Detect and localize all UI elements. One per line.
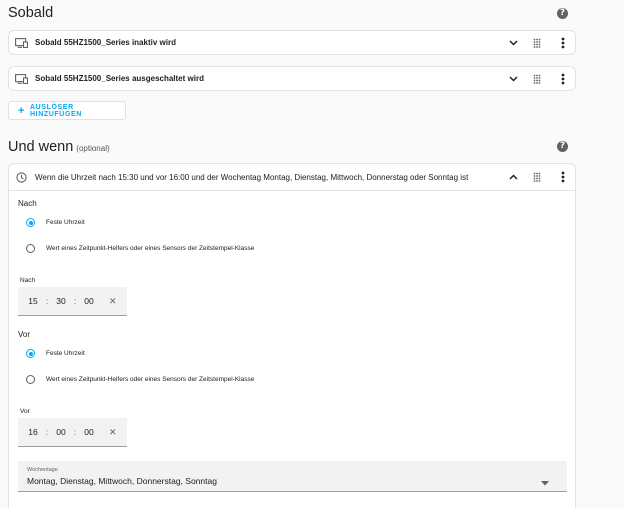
after-radio-fixed[interactable]	[26, 218, 35, 227]
weekdays-value: Montag, Dienstag, Mittwoch, Donnerstag, …	[27, 476, 217, 486]
time-separator: :	[45, 296, 49, 306]
chevron-down-icon[interactable]	[506, 36, 520, 50]
drag-handle-icon[interactable]	[530, 36, 544, 50]
plus-icon: +	[18, 104, 26, 117]
chevron-down-icon[interactable]	[506, 72, 520, 86]
before-seconds-field[interactable]: 00	[82, 427, 96, 437]
after-section-label: Nach	[18, 199, 37, 208]
time-separator: :	[45, 427, 49, 437]
before-radio-helper[interactable]	[26, 375, 35, 384]
weekdays-select[interactable]: Wochentage Montag, Dienstag, Mittwoch, D…	[18, 461, 567, 492]
after-radio-helper[interactable]	[26, 244, 35, 253]
trigger-row-2[interactable]: Sobald 55HZ1500_Series ausgeschaltet wir…	[8, 66, 576, 91]
time-separator: :	[73, 296, 77, 306]
triggers-help-icon[interactable]: ?	[557, 8, 568, 19]
after-time-label: Nach	[20, 277, 36, 284]
before-time-input[interactable]: 16 : 00 : 00 ✕	[18, 418, 127, 447]
trigger-row-1[interactable]: Sobald 55HZ1500_Series inaktiv wird	[8, 30, 576, 55]
condition-label: Wenn die Uhrzeit nach 15:30 und vor 16:0…	[35, 172, 469, 182]
after-minutes-field[interactable]: 30	[54, 296, 68, 306]
chevron-up-icon[interactable]	[506, 170, 520, 184]
before-radio-fixed[interactable]	[26, 349, 35, 358]
before-option-helper-label: Wert eines Zeitpunkt-Helfers oder eines …	[46, 376, 255, 383]
after-hours-field[interactable]: 15	[26, 296, 40, 306]
conditions-title: Und wenn (optional)	[8, 139, 110, 155]
add-trigger-button[interactable]: + AUSLÖSER HINZUFÜGEN	[8, 101, 126, 120]
time-separator: :	[73, 427, 77, 437]
after-option-helper-label: Wert eines Zeitpunkt-Helfers oder eines …	[46, 245, 255, 252]
trigger-label: Sobald 55HZ1500_Series inaktiv wird	[35, 38, 176, 47]
before-time-label: Vor	[20, 408, 30, 415]
before-option-fixed-label: Feste Uhrzeit	[46, 350, 85, 357]
clock-icon	[13, 169, 29, 185]
drag-handle-icon[interactable]	[530, 170, 544, 184]
clear-icon[interactable]: ✕	[109, 296, 117, 307]
after-seconds-field[interactable]: 00	[82, 296, 96, 306]
after-time-input[interactable]: 15 : 30 : 00 ✕	[18, 287, 127, 316]
before-minutes-field[interactable]: 00	[54, 427, 68, 437]
device-icon	[13, 35, 29, 51]
before-hours-field[interactable]: 16	[26, 427, 40, 437]
before-section-label: Vor	[18, 330, 31, 339]
clear-icon[interactable]: ✕	[109, 427, 117, 438]
more-vert-icon[interactable]	[556, 170, 570, 184]
trigger-label: Sobald 55HZ1500_Series ausgeschaltet wir…	[35, 74, 204, 83]
after-option-fixed-label: Feste Uhrzeit	[46, 219, 85, 226]
drag-handle-icon[interactable]	[530, 72, 544, 86]
conditions-help-icon[interactable]: ?	[557, 141, 568, 152]
device-icon	[13, 71, 29, 87]
conditions-title-text: Und wenn	[8, 139, 74, 155]
more-vert-icon[interactable]	[556, 72, 570, 86]
weekdays-label: Wochentage	[27, 467, 58, 473]
condition-header[interactable]: Wenn die Uhrzeit nach 15:30 und vor 16:0…	[9, 164, 575, 191]
add-trigger-label: AUSLÖSER HINZUFÜGEN	[30, 103, 82, 118]
dropdown-arrow-icon	[541, 473, 549, 491]
triggers-title: Sobald	[8, 5, 54, 21]
condition-card: Wenn die Uhrzeit nach 15:30 und vor 16:0…	[8, 163, 576, 508]
more-vert-icon[interactable]	[556, 36, 570, 50]
optional-hint: (optional)	[76, 144, 110, 153]
